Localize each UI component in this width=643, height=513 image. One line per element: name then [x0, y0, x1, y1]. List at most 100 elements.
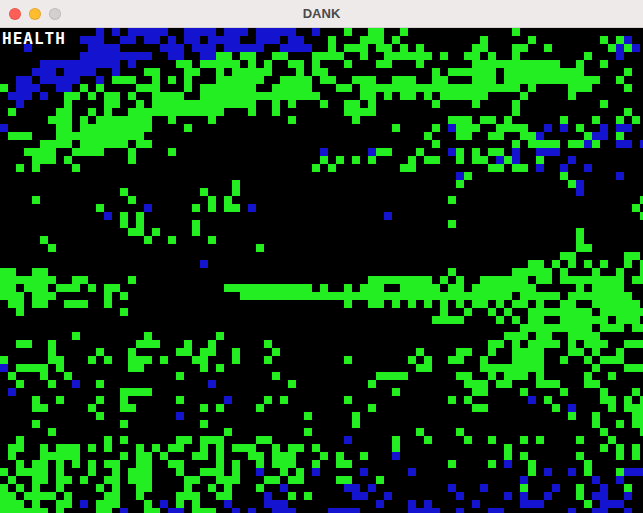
grid-cell	[552, 164, 560, 172]
minimize-button[interactable]	[29, 8, 41, 20]
grid-cell	[624, 52, 632, 60]
grid-cell	[0, 92, 8, 100]
grid-cell	[8, 220, 16, 228]
grid-cell	[320, 220, 328, 228]
grid-cell	[40, 196, 48, 204]
grid-cell	[312, 60, 320, 68]
grid-cell	[176, 188, 184, 196]
grid-cell	[440, 220, 448, 228]
grid-cell	[136, 204, 144, 212]
close-button[interactable]	[9, 8, 21, 20]
grid-cell	[480, 116, 488, 124]
grid-cell	[128, 52, 136, 60]
grid-cell	[264, 108, 272, 116]
game-canvas[interactable]: HEALTH	[0, 28, 643, 513]
grid-cell	[88, 212, 96, 220]
grid-cell	[136, 52, 144, 60]
grid-cell	[56, 156, 64, 164]
grid-cell	[256, 52, 264, 60]
grid-cell	[56, 60, 64, 68]
grid-cell	[528, 44, 536, 52]
grid-cell	[280, 28, 288, 36]
grid-cell	[520, 44, 528, 52]
grid-cell	[192, 92, 200, 100]
grid-cell	[168, 100, 176, 108]
grid-cell	[336, 28, 344, 36]
grid-cell	[392, 188, 400, 196]
grid-cell	[136, 212, 144, 220]
grid-cell	[160, 212, 168, 220]
grid-cell	[104, 84, 112, 92]
grid-cell	[592, 132, 600, 140]
grid-cell	[536, 156, 544, 164]
grid-cell	[224, 180, 232, 188]
grid-cell	[264, 76, 272, 84]
grid-cell	[280, 156, 288, 164]
grid-cell	[376, 196, 384, 204]
grid-cell	[168, 132, 176, 140]
grid-cell	[560, 220, 568, 228]
grid-cell	[464, 44, 472, 52]
grid-cell	[440, 148, 448, 156]
grid-cell	[232, 68, 240, 76]
grid-cell	[0, 116, 8, 124]
grid-cell	[232, 164, 240, 172]
grid-cell	[80, 140, 88, 148]
window-controls	[9, 8, 61, 20]
grid-cell	[216, 124, 224, 132]
grid-cell	[200, 68, 208, 76]
grid-cell	[560, 28, 568, 36]
grid-cell	[72, 68, 80, 76]
grid-cell	[88, 44, 96, 52]
grid-cell	[256, 76, 264, 84]
grid-cell	[160, 172, 168, 180]
grid-cell	[488, 108, 496, 116]
grid-cell	[72, 228, 80, 236]
grid-cell	[136, 124, 144, 132]
grid-cell	[344, 116, 352, 124]
grid-cell	[48, 228, 56, 236]
grid-cell	[192, 188, 200, 196]
grid-cell	[232, 92, 240, 100]
grid-cell	[576, 52, 584, 60]
grid-cell	[304, 188, 312, 196]
grid-cell	[400, 140, 408, 148]
grid-cell	[456, 148, 464, 156]
grid-cell	[328, 124, 336, 132]
grid-cell	[232, 196, 240, 204]
grid-cell	[352, 28, 360, 36]
grid-cell	[72, 172, 80, 180]
grid-cell	[80, 28, 88, 36]
grid-cell	[392, 100, 400, 108]
grid-cell	[480, 28, 488, 36]
grid-cell	[80, 68, 88, 76]
grid-cell	[128, 76, 136, 84]
grid-cell	[112, 172, 120, 180]
grid-cell	[48, 156, 56, 164]
grid-cell	[184, 156, 192, 164]
grid-cell	[568, 212, 576, 220]
grid-cell	[152, 180, 160, 188]
grid-cell	[576, 220, 584, 228]
grid-cell	[512, 60, 520, 68]
grid-cell	[472, 172, 480, 180]
grid-cell	[80, 172, 88, 180]
grid-cell	[264, 196, 272, 204]
grid-cell	[216, 52, 224, 60]
grid-cell	[120, 196, 128, 204]
grid-cell	[472, 36, 480, 44]
grid-cell	[568, 68, 576, 76]
grid-cell	[320, 116, 328, 124]
grid-cell	[40, 132, 48, 140]
grid-cell	[504, 164, 512, 172]
grid-cell	[344, 68, 352, 76]
grid-cell	[192, 164, 200, 172]
grid-cell	[384, 124, 392, 132]
grid-cell	[344, 124, 352, 132]
grid-cell	[96, 172, 104, 180]
grid-cell	[16, 68, 24, 76]
grid-cell	[16, 52, 24, 60]
grid-cell	[408, 204, 416, 212]
grid-cell	[88, 220, 96, 228]
grid-cell	[216, 28, 224, 36]
